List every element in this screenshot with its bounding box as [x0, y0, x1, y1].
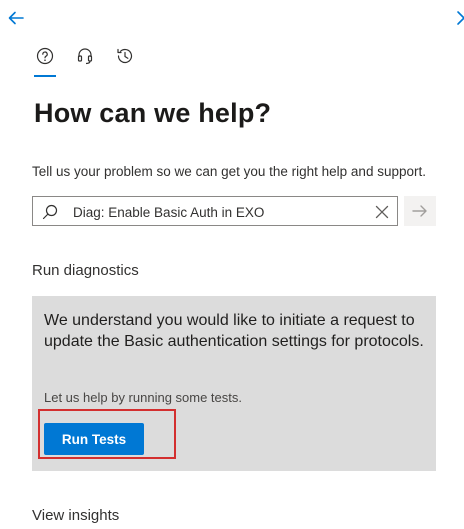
headset-icon: [77, 48, 93, 65]
close-icon: [457, 11, 464, 25]
tab-contact-support[interactable]: [74, 44, 94, 80]
diagnostics-card: We understand you would like to initiate…: [32, 296, 436, 471]
diagnostics-hint: Let us help by running some tests.: [44, 390, 243, 405]
search-box: [32, 196, 398, 226]
run-tests-button[interactable]: Run Tests: [44, 423, 144, 455]
close-button[interactable]: [456, 8, 464, 28]
search-submit-button[interactable]: [404, 196, 436, 226]
view-insights-heading: View insights: [32, 507, 120, 524]
clear-search-button[interactable]: [373, 203, 391, 221]
history-icon: [117, 48, 133, 64]
arrow-left-icon: [8, 11, 24, 25]
run-diagnostics-heading: Run diagnostics: [32, 262, 139, 279]
page-subtitle: Tell us your problem so we can get you t…: [32, 164, 426, 179]
help-pane: How can we help? Tell us your problem so…: [0, 0, 464, 529]
tab-history[interactable]: [114, 44, 134, 80]
pane-nav-tabs: [34, 44, 134, 80]
page-title: How can we help?: [34, 98, 272, 128]
diagnostics-message: We understand you would like to initiate…: [44, 312, 424, 350]
search-input[interactable]: [73, 202, 363, 222]
close-icon: [375, 205, 389, 219]
search-icon: [42, 204, 58, 220]
back-button[interactable]: [6, 8, 26, 28]
arrow-right-icon: [412, 205, 427, 217]
tab-help[interactable]: [34, 44, 56, 80]
pane-header: [0, 0, 464, 34]
question-circle-icon: [36, 47, 54, 65]
